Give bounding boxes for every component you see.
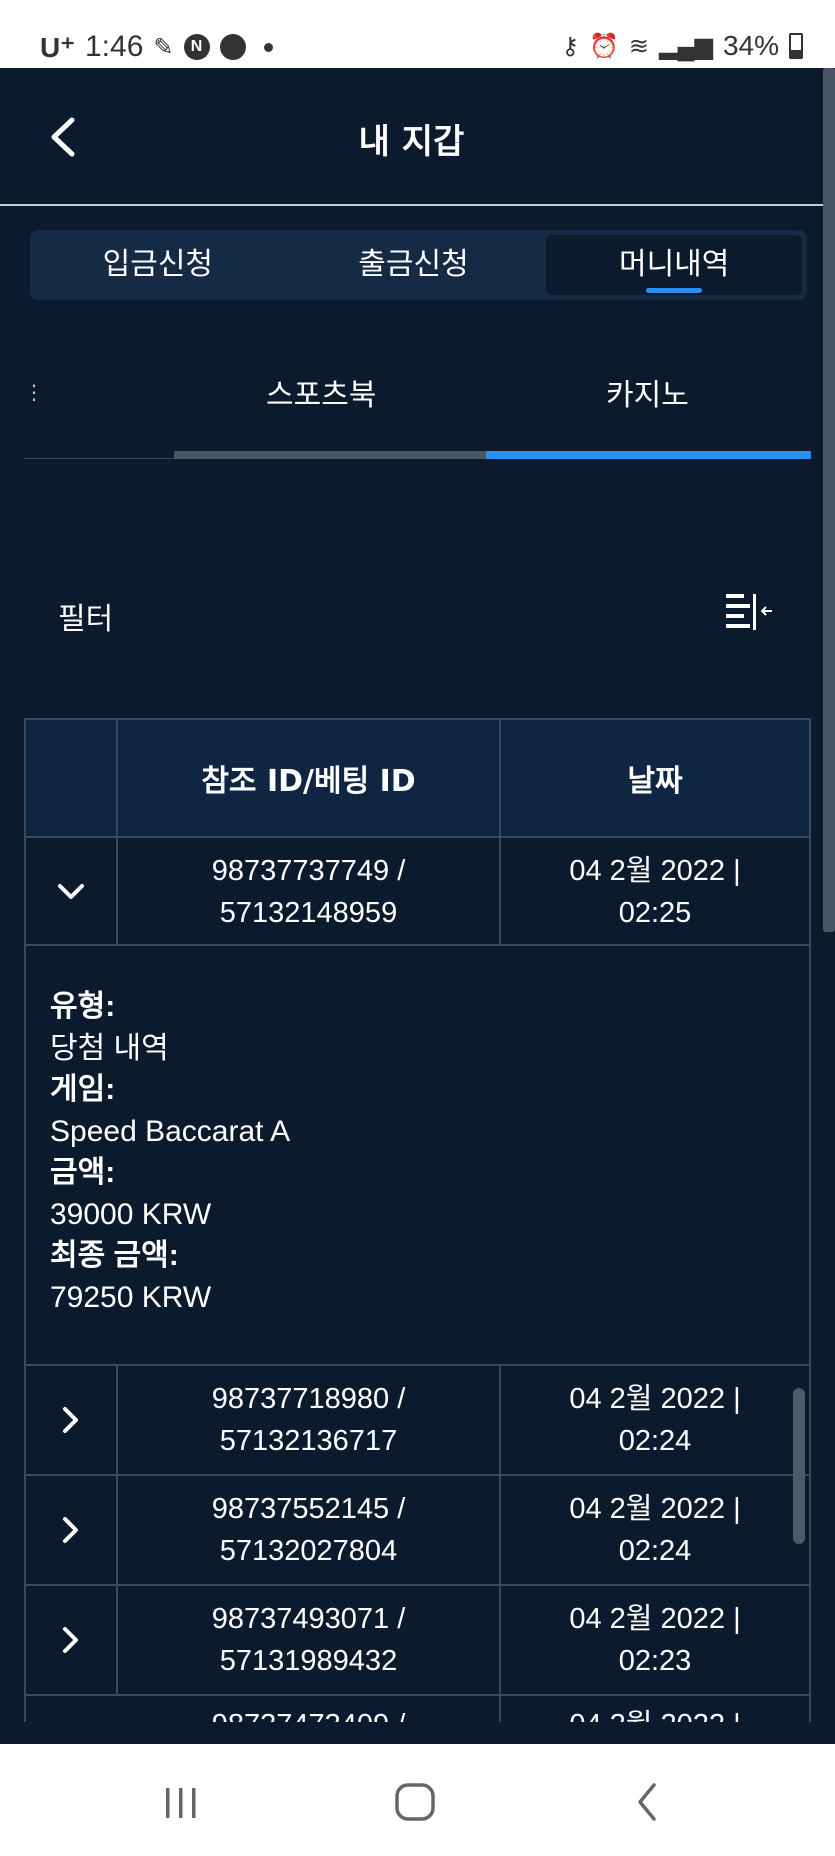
subtab-casino[interactable]: 카지노 [606,370,689,414]
ref-id: 98737493071 / [211,1603,406,1635]
tab-money-history[interactable]: 머니내역 [546,235,803,295]
detail-type-label: 유형: [50,990,116,1023]
page-title: 내 지갑 [358,122,465,162]
row-toggle[interactable] [26,1476,118,1584]
table-row[interactable]: 98737718980 / 57132136717 04 2월 2022 | 02:… [26,1364,809,1474]
filter-toggle-button[interactable] [724,592,776,634]
filter-label: 필터 [58,602,114,637]
ref-id: 98737737749 / [211,855,406,887]
status-bar-right: ⚷ ⏰ ≋ ▂▄▆ 34% [561,30,803,62]
chevron-right-icon [63,1627,78,1653]
chevron-right-icon [63,1407,78,1433]
time: 02:25 [618,897,692,929]
clock: 1:46 [85,30,144,63]
header-date: 날짜 [627,764,683,799]
header-ref-id: 참조 ID/베팅 ID [118,720,501,836]
detail-final-label: 최종 금액: [50,1239,179,1272]
subtab-sportsbook[interactable]: 스포츠북 [266,370,376,414]
time: 02:24 [618,1425,692,1457]
detail-game-value: Speed Baccarat A [50,1114,291,1148]
detail-amount-label: 금액: [50,1156,116,1189]
ref-id: 98737473409 / [212,1704,406,1722]
sub-tabs: ⋮ 스포츠북 카지노 [24,340,811,460]
bet-id: 57132148959 [219,897,398,929]
date-cell: 04 2월 2022 | 02:24 [501,1476,809,1584]
subtab-active-indicator [486,451,811,459]
battery-percent: 34% [722,30,779,61]
date-cell: 04 2월 2022 | 02:24 [501,1366,809,1474]
ref-id: 98737718980 / [211,1383,406,1415]
filter-collapse-icon [726,594,772,630]
row-detail-panel: 유형: 당첨 내역 게임: Speed Baccarat A 금액: 39000… [26,944,809,1364]
date-cell: 04 2월 2022 | 02:23 [501,1586,809,1694]
time: 02:24 [618,1535,692,1567]
date: 04 2월 2022 | [569,855,741,887]
status-bar: U⁺ 1:46 ✎ N ⚷ ⏰ ≋ ▂▄▆ 34% [0,0,835,68]
table-row[interactable]: 98737737749 / 57132148959 04 2월 2022 | 02:… [26,836,809,946]
wallet-tabs: 입금신청 출금신청 머니내역 [30,230,807,300]
date-cell: 04 2월 2022 | [501,1696,809,1722]
date: 04 2월 2022 | [569,1704,740,1722]
detail-final-value: 79250 KRW [50,1280,212,1314]
bet-id: 57132027804 [219,1535,398,1567]
status-bar-left: U⁺ 1:46 ✎ N [40,30,273,64]
table-row[interactable]: 98737473409 / 04 2월 2022 | [26,1694,809,1722]
ref-id-cell: 98737737749 / 57132148959 [118,838,501,946]
ref-id-cell: 98737718980 / 57132136717 [118,1366,501,1474]
date: 04 2월 2022 | [569,1493,741,1525]
history-table: 참조 ID/베팅 ID 날짜 98737737749 / 57132148959 … [24,718,811,1722]
ref-id-cell: 98737493071 / 57131989432 [118,1586,501,1694]
row-toggle[interactable] [26,1586,118,1694]
bet-id: 57131989432 [219,1645,398,1677]
table-header-row: 참조 ID/베팅 ID 날짜 [26,718,809,836]
tab-withdraw[interactable]: 출금신청 [286,230,542,300]
system-nav-bar [0,1744,835,1856]
ref-id: 98737552145 / [211,1493,406,1525]
app-header: 내 지갑 [0,68,823,206]
date: 04 2월 2022 | [569,1383,741,1415]
tab-deposit[interactable]: 입금신청 [30,230,286,300]
ref-id-cell: 98737552145 / 57132027804 [118,1476,501,1584]
naver-icon: N [183,34,210,60]
recent-apps-button[interactable] [146,1772,216,1832]
bet-id: 57132136717 [219,1425,398,1457]
chevron-down-icon [58,884,84,899]
date: 04 2월 2022 | [569,1603,741,1635]
chat-icon [219,34,246,60]
table-row[interactable]: 98737493071 / 57131989432 04 2월 2022 | 02:… [26,1584,809,1694]
alarm-icon: ⏰ [589,32,619,60]
subtab-divider [24,458,174,459]
detail-amount-value: 39000 KRW [50,1197,212,1231]
home-icon [395,1783,435,1821]
table-scrollbar[interactable] [793,1388,805,1544]
page-scrollbar[interactable] [823,68,835,932]
header-expand [26,720,118,836]
carrier-label: U⁺ [40,31,75,63]
subtab-scroll-hint: ⋮ [24,380,44,404]
more-notifications-icon [263,42,273,52]
key-icon: ⚷ [561,32,580,60]
wifi-icon: ≋ [628,32,650,60]
signal-icon: ▂▄▆ [659,32,713,60]
detail-type-value: 당첨 내역 [50,1031,169,1065]
ref-id-cell: 98737473409 / [118,1696,501,1722]
row-toggle[interactable] [26,1366,118,1474]
table-row[interactable]: 98737552145 / 57132027804 04 2월 2022 | 02:… [26,1474,809,1584]
chevron-right-icon [63,1517,78,1543]
detail-game-label: 게임: [50,1073,116,1106]
system-back-button[interactable] [612,1772,682,1832]
time: 02:23 [618,1645,692,1677]
recents-icon [166,1788,196,1818]
home-button[interactable] [380,1772,450,1832]
battery-icon [789,33,803,59]
back-icon [638,1783,656,1821]
notification-icon: ✎ [153,33,174,61]
row-toggle[interactable] [26,838,118,946]
date-cell: 04 2월 2022 | 02:25 [501,838,809,946]
